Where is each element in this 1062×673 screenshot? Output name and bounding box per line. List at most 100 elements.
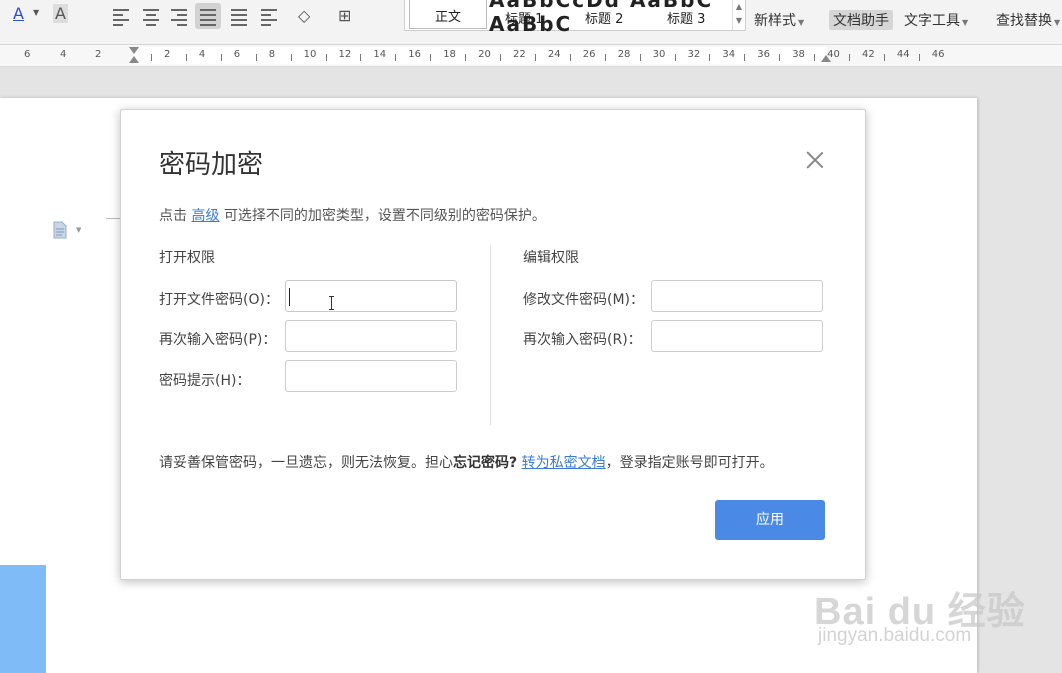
right-indent-marker[interactable] <box>821 55 831 62</box>
horizontal-ruler[interactable]: 6 4 2 2 4 6 8 10 12 14 16 18 20 22 24 26 28 30 32 34 36 38… <box>0 45 1062 67</box>
intro-prefix: 点击 <box>159 208 192 224</box>
justify-icon <box>200 9 216 29</box>
align-right-icon <box>171 9 187 29</box>
ribbon-toolbar: A ▼ A ◇ ⊞ AaBbCcDd AaBbC AaBbC 正文 标题 1 标… <box>0 0 1062 45</box>
dialog-title: 密码加密 <box>159 150 264 180</box>
align-center-icon <box>143 9 159 29</box>
password-hint-input[interactable] <box>285 360 457 392</box>
chevron-down-icon: ▼ <box>1054 18 1061 27</box>
align-left-button[interactable] <box>108 3 134 29</box>
ruler-tick <box>465 54 467 61</box>
ruler-number: 18 <box>443 49 456 60</box>
chevron-down-icon[interactable]: ▼ <box>76 226 81 234</box>
ruler-tick <box>430 54 432 61</box>
find-replace-label: 查找替换 <box>996 13 1052 29</box>
ruler-tick <box>709 54 711 61</box>
border-icon[interactable]: ⊞ <box>338 6 351 25</box>
style-heading-1[interactable]: 标题 1 <box>505 8 543 27</box>
chevron-down-icon: ▼ <box>962 18 969 27</box>
ruler-number: 32 <box>687 49 701 60</box>
open-confirm-input[interactable] <box>285 320 457 352</box>
apply-button[interactable]: 应用 <box>715 500 825 540</box>
left-indent-marker[interactable] <box>129 47 139 65</box>
line-spacing-icon <box>261 9 277 29</box>
ruler-number: 28 <box>617 49 631 60</box>
ruler-number: 10 <box>303 49 317 60</box>
edit-confirm-input[interactable] <box>651 320 823 352</box>
text-caret <box>289 288 290 306</box>
paragraph-layout-icon[interactable] <box>52 221 68 239</box>
doc-assistant-button[interactable]: 文档助手 <box>829 10 893 30</box>
ruler-tick <box>255 54 257 61</box>
ruler-number: 4 <box>198 49 206 60</box>
notice-suffix: ，登录指定账号即可打开。 <box>605 455 774 471</box>
watermark-url: jingyan.baidu.com <box>818 625 972 646</box>
ruler-number: 36 <box>757 49 771 60</box>
style-heading-3[interactable]: 标题 3 <box>667 8 705 27</box>
ruler-number: 20 <box>478 49 491 60</box>
style-normal[interactable]: 正文 <box>409 0 487 29</box>
font-color-button[interactable]: A <box>13 4 24 23</box>
align-left-icon <box>113 9 129 29</box>
styles-scroll-arrows[interactable]: ▲ ▼ <box>732 0 745 30</box>
ruler-tick <box>290 54 292 61</box>
ruler-tick <box>360 54 362 61</box>
new-style-label: 新样式 <box>754 13 796 29</box>
section-divider <box>490 245 491 425</box>
ruler-number: 30 <box>652 49 666 60</box>
notice-prefix: 请妥善保管密码，一旦遗忘，则无法恢复。担心 <box>159 455 453 471</box>
warning-notice: 请妥善保管密码，一旦遗忘，则无法恢复。担心忘记密码? 转为私密文档，登录指定账号… <box>159 452 774 472</box>
advanced-link[interactable]: 高级 <box>191 208 219 224</box>
ibeam-cursor-icon <box>329 296 335 310</box>
ruler-tick <box>220 54 222 61</box>
password-hint-label: 密码提示(H)： <box>159 373 251 389</box>
style-heading-2[interactable]: 标题 2 <box>585 8 623 27</box>
distributed-align-icon <box>231 9 247 29</box>
ruler-number: 16 <box>408 49 422 60</box>
close-icon[interactable] <box>805 150 825 170</box>
ruler-number: 26 <box>582 49 596 60</box>
ruler-tick <box>325 54 327 61</box>
ruler-tick <box>604 54 606 61</box>
edit-confirm-label: 再次输入密码(R)： <box>523 332 642 348</box>
ruler-number: 14 <box>373 49 387 60</box>
ruler-tick <box>534 54 536 61</box>
ruler-number: 2 <box>95 49 102 60</box>
find-replace-button[interactable]: 查找替换 ▼ <box>996 10 1060 30</box>
ruler-tick <box>395 54 397 61</box>
convert-private-doc-link[interactable]: 转为私密文档 <box>522 455 606 471</box>
distributed-align-button[interactable] <box>226 3 252 29</box>
open-permission-title: 打开权限 <box>159 250 215 266</box>
edit-password-input[interactable] <box>651 280 823 312</box>
line-spacing-button[interactable] <box>256 3 282 29</box>
selection-highlight <box>0 565 46 673</box>
ruler-tick <box>883 54 885 61</box>
ruler-number: 44 <box>896 49 910 60</box>
intro-suffix: 可选择不同的加密类型，设置不同级别的密码保护。 <box>219 208 546 224</box>
open-password-input[interactable] <box>285 280 457 312</box>
ruler-number: 42 <box>862 49 875 60</box>
ruler-tick <box>674 54 676 61</box>
styles-gallery: AaBbCcDd AaBbC AaBbC 正文 标题 1 标题 2 标题 3 ▲… <box>404 0 746 36</box>
align-center-button[interactable] <box>138 3 164 29</box>
ruler-tick <box>779 54 781 61</box>
chevron-down-icon: ▼ <box>798 18 805 27</box>
ruler-number: 6 <box>24 49 31 60</box>
ruler-number: 2 <box>164 49 171 60</box>
align-right-button[interactable] <box>166 3 192 29</box>
shading-fill-icon[interactable]: ◇ <box>298 6 310 25</box>
ruler-number: 8 <box>268 49 276 60</box>
font-color-dropdown-icon[interactable]: ▼ <box>33 8 39 17</box>
new-style-button[interactable]: 新样式 ▼ <box>754 10 804 30</box>
ruler-tick <box>185 54 187 61</box>
text-tools-button[interactable]: 文字工具 ▼ <box>904 10 968 30</box>
ruler-tick <box>849 54 850 61</box>
ruler-tick <box>569 54 571 61</box>
justify-button[interactable] <box>195 3 221 29</box>
open-confirm-label: 再次输入密码(P)： <box>159 332 277 348</box>
char-shading-button[interactable]: A <box>53 4 68 23</box>
text-tools-label: 文字工具 <box>904 13 960 29</box>
ruler-tick <box>744 54 746 61</box>
ruler-number: 12 <box>338 49 352 60</box>
ruler-number: 46 <box>931 49 945 60</box>
